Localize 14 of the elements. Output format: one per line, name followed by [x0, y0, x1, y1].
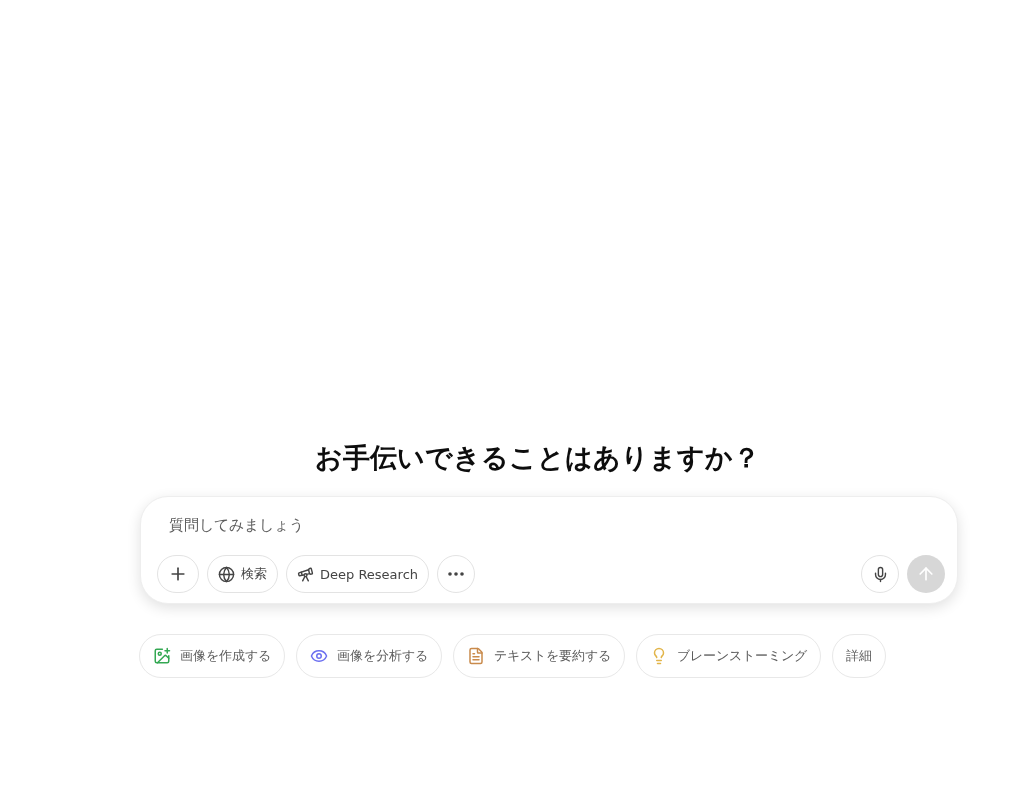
add-button[interactable]: [157, 555, 199, 593]
more-icon: [448, 572, 465, 576]
globe-icon: [218, 565, 235, 583]
heading: お手伝いできることはありますか？: [314, 441, 760, 475]
search-button[interactable]: 検索: [207, 555, 278, 593]
telescope-icon: [297, 565, 314, 583]
deep-research-button[interactable]: Deep Research: [286, 555, 430, 593]
microphone-button[interactable]: [861, 555, 899, 593]
more-button[interactable]: [437, 555, 476, 593]
suggestion-button[interactable]: ブレーンストーミング: [636, 634, 821, 678]
suggestion-button[interactable]: 画像を分析する: [296, 634, 442, 678]
suggestion-button[interactable]: テキストを要約する: [453, 634, 625, 678]
suggestion-button[interactable]: 詳細: [832, 634, 886, 678]
suggestion-button[interactable]: 画像を作成する: [139, 634, 285, 678]
